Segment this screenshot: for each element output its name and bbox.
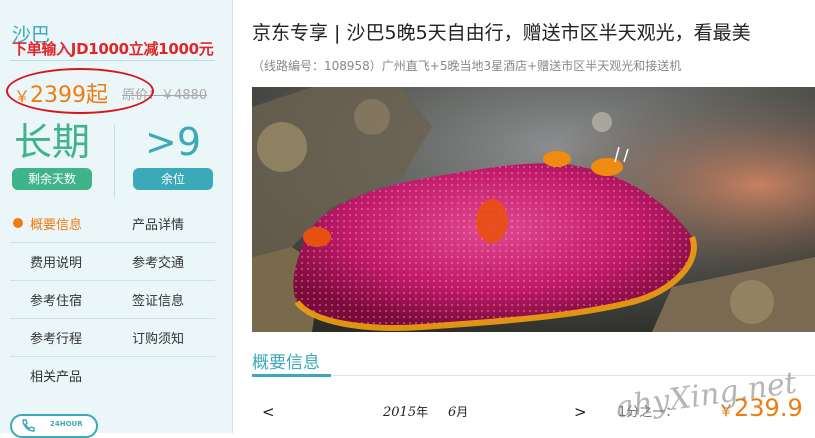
nav-row: 费用说明 参考交通 — [10, 243, 215, 281]
days-value: 长期 — [13, 120, 90, 164]
highlight-circle — [6, 68, 154, 114]
nav-item-booking-notes[interactable]: 订购须知 — [112, 328, 214, 347]
nav-row: 概要信息 产品详情 — [10, 205, 215, 243]
sidebar-nav: 概要信息 产品详情 费用说明 参考交通 参考住宿 签证信息 参考行程 订购须知 … — [10, 205, 215, 394]
days-remaining: 长期 剩余天数 — [10, 118, 94, 190]
days-label: 剩余天数 — [12, 168, 92, 190]
section-underline — [252, 374, 331, 377]
divider — [10, 60, 215, 61]
nav-row: 参考行程 订购须知 — [10, 319, 215, 357]
sea-slug-photo — [252, 87, 815, 332]
stat-divider — [114, 124, 115, 198]
section-title: 概要信息 — [252, 353, 320, 373]
calendar-month: 6月 — [448, 405, 469, 420]
nav-item-itinerary[interactable]: 参考行程 — [10, 328, 112, 347]
route-subtitle: （线路编号：108958）广州直飞+5晚当地3星酒店+赠送市区半天观光和接送机 — [252, 59, 682, 73]
nav-row: 参考住宿 签证信息 — [10, 281, 215, 319]
calendar-prev-button[interactable]: < — [262, 403, 275, 421]
phone-badge-text: 24HOUR — [50, 420, 83, 428]
nav-item-visa[interactable]: 签证信息 — [112, 290, 214, 309]
seats-value: >9 — [144, 120, 202, 164]
nav-item-transport[interactable]: 参考交通 — [112, 252, 214, 271]
seats-remaining: >9 余位 — [132, 118, 214, 190]
support-phone-badge[interactable]: 24HOUR — [10, 414, 98, 438]
nav-item-related[interactable]: 相关产品 — [10, 366, 112, 385]
nav-row: 相关产品 — [10, 357, 215, 394]
sidebar: 沙巴 下单输入JD1000立减1000元 ￥2399起 原价：￥4880 长期 … — [0, 0, 233, 438]
calendar-year: 2015年 — [383, 405, 429, 420]
calendar-next-button[interactable]: > — [574, 403, 587, 421]
active-dot-icon — [13, 218, 23, 228]
nav-item-details[interactable]: 产品详情 — [112, 214, 214, 233]
promo-text: 下单输入JD1000立减1000元 — [12, 40, 214, 58]
nav-item-overview[interactable]: 概要信息 — [10, 214, 112, 233]
nav-item-accommodation[interactable]: 参考住宿 — [10, 290, 112, 309]
page-title: 京东专享 | 沙巴5晚5天自由行，赠送市区半天观光，看最美 — [252, 22, 751, 44]
nav-item-fees[interactable]: 费用说明 — [10, 252, 112, 271]
hero-image — [252, 87, 815, 332]
seats-label: 余位 — [133, 168, 213, 190]
phone-icon — [20, 418, 35, 432]
